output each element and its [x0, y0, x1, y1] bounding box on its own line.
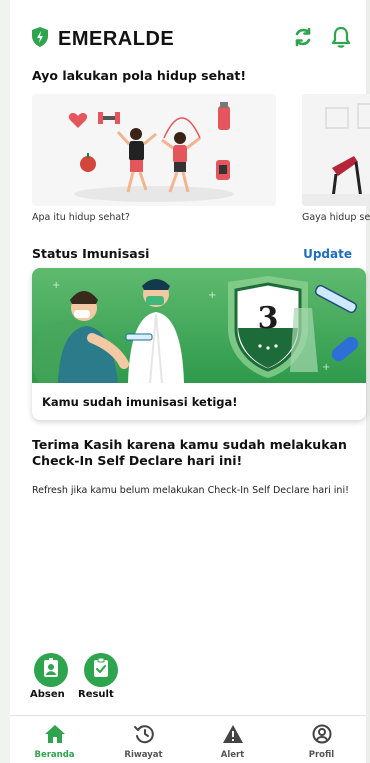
app-header: EMERALDE	[30, 26, 352, 52]
brand-name: EMERALDE	[58, 27, 175, 50]
svg-text:+: +	[322, 362, 330, 373]
nav-riwayat[interactable]: Riwayat	[99, 716, 188, 763]
nav-riwayat-label: Riwayat	[124, 749, 163, 760]
checkin-refresh-note: Refresh jika kamu belum melakukan Check-…	[32, 485, 349, 496]
history-icon	[133, 724, 155, 748]
svg-text:+: +	[52, 280, 60, 291]
dose-number: 3	[258, 301, 279, 336]
result-button[interactable]	[84, 653, 118, 687]
absen-button[interactable]	[34, 653, 68, 687]
nav-profil-label: Profil	[308, 749, 335, 760]
nav-alert[interactable]: Alert	[188, 716, 277, 763]
shield-logo-icon	[30, 26, 50, 52]
immunization-header: Status Imunisasi Update	[32, 246, 352, 261]
lifestyle-card-1-caption[interactable]: Apa itu hidup sehat?	[32, 212, 130, 223]
brand: EMERALDE	[30, 26, 174, 52]
immunization-message: Kamu sudah imunisasi ketiga!	[42, 395, 238, 409]
sync-icon[interactable]	[292, 26, 314, 52]
alert-icon	[222, 724, 244, 748]
nav-alert-label: Alert	[220, 749, 245, 760]
bell-icon[interactable]	[330, 25, 352, 53]
nav-profil[interactable]: Profil	[277, 716, 366, 763]
immunization-illustration: 3 + + +	[32, 268, 366, 400]
update-link[interactable]: Update	[303, 247, 352, 261]
nav-beranda[interactable]: Beranda	[10, 716, 99, 763]
lifestyle-card-2-image[interactable]	[302, 94, 370, 206]
immunization-card[interactable]: 3 + + + Kamu sudah imunisasi ketiga!	[32, 268, 366, 420]
absen-label[interactable]: Absen	[30, 689, 65, 700]
immunization-title: Status Imunisasi	[32, 246, 150, 261]
lifestyle-carousel[interactable]: Apa itu hidup sehat? Gaya hidup sehat	[32, 94, 370, 234]
profile-icon	[311, 724, 333, 748]
nav-beranda-label: Beranda	[34, 749, 75, 760]
bottom-navigation: Beranda Riwayat Alert Profil	[10, 715, 366, 763]
home-icon	[44, 724, 66, 748]
result-label[interactable]: Result	[78, 689, 114, 700]
badge-icon	[42, 658, 60, 682]
lifestyle-title: Ayo lakukan pola hidup sehat!	[32, 68, 247, 83]
lifestyle-card-1-image[interactable]	[32, 94, 276, 206]
clipboard-check-icon	[92, 657, 110, 682]
app-screen: EMERALDE Ayo lakukan pola hidup sehat! A…	[0, 0, 370, 763]
checkin-thanks: Terima Kasih karena kamu sudah melakukan…	[32, 437, 347, 468]
svg-text:+: +	[208, 290, 216, 301]
lifestyle-card-2-caption[interactable]: Gaya hidup sehat	[302, 212, 370, 223]
